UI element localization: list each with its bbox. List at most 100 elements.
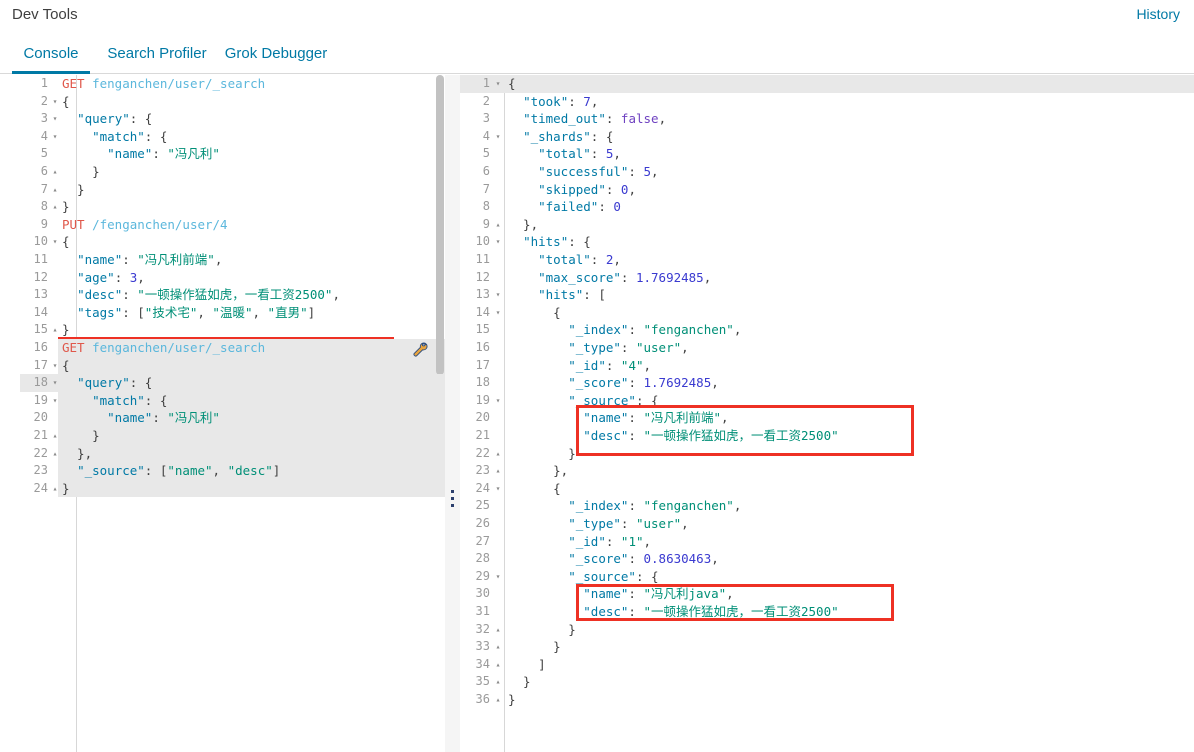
fold-open-icon[interactable]: ▾ [493,75,503,93]
fold-close-icon[interactable]: ▴ [50,321,60,339]
fold-open-icon[interactable]: ▾ [50,392,60,410]
fold-close-icon[interactable]: ▴ [50,181,60,199]
code-line: 35 ▴ } [460,673,1194,691]
line-number: 18 [33,375,48,390]
code-line: 17 "_id": "4", [460,357,1194,375]
code-line: 24 ▴} [20,479,445,498]
selection-highlight [58,479,413,498]
fold-open-icon[interactable]: ▾ [493,286,503,304]
code-text: } [62,199,70,215]
code-text: "query": { [77,111,153,127]
line-number: 3 [482,111,490,126]
fold-close-icon[interactable]: ▴ [50,163,60,181]
line-number: 15 [475,322,490,337]
line-number: 24 [475,480,490,495]
fold-close-icon[interactable]: ▴ [493,445,503,463]
code-text: "name": "冯凡利前端", [77,252,223,267]
tab-search-profiler[interactable]: Search Profiler [104,36,210,74]
code-line: 21 ▴ } [20,427,445,445]
fold-open-icon[interactable]: ▾ [50,110,60,128]
line-number: 28 [475,551,490,566]
fold-open-icon[interactable]: ▾ [493,568,503,586]
history-link[interactable]: History [1136,6,1180,22]
line-number: 29 [475,568,490,583]
fold-open-icon[interactable]: ▾ [50,357,60,375]
code-line: 4 ▾ "match": { [20,128,445,146]
code-line: 33 ▴ } [460,638,1194,656]
line-number: 9 [40,216,48,231]
pane-splitter[interactable] [445,75,460,752]
line-number: 23 [33,463,48,478]
line-number: 25 [475,498,490,513]
code-text: "desc": "一顿操作猛如虎，一看工资2500", [77,287,340,303]
fold-close-icon[interactable]: ▴ [50,480,60,498]
code-text: "failed": 0 [538,199,621,215]
line-number: 5 [482,146,490,161]
line-number: 26 [475,516,490,530]
code-text: } [508,621,576,637]
code-text: "_id": "4", [568,357,652,373]
fold-close-icon[interactable]: ▴ [50,427,60,445]
line-number: 8 [482,199,490,214]
fold-open-icon[interactable]: ▾ [493,304,503,322]
line-number: 34 [475,656,490,671]
tab-console[interactable]: Console [12,36,90,74]
code-line: 30 "name": "冯凡利java", [460,585,1194,603]
fold-close-icon[interactable]: ▴ [493,216,503,234]
fold-close-icon[interactable]: ▴ [493,673,503,691]
code-line: 16 GET fenganchen/user/_search [20,339,445,357]
fold-close-icon[interactable]: ▴ [50,198,60,216]
code-text: { [62,93,70,109]
code-line: 16 "_type": "user", [460,339,1194,357]
code-line: 27 "_id": "1", [460,533,1194,551]
selection-highlight [58,444,413,463]
code-text: { [508,480,561,496]
fold-close-icon[interactable]: ▴ [493,691,503,709]
line-number: 24 [33,480,48,495]
fold-open-icon[interactable]: ▾ [493,392,503,410]
code-line: 18 "_score": 1.7692485, [460,374,1194,392]
fold-close-icon[interactable]: ▴ [493,621,503,639]
code-line: 23 "_source": ["name", "desc"] [20,462,445,480]
code-line: 23 ▴ }, [460,462,1194,480]
code-text: ] [508,656,546,672]
line-number: 7 [40,181,48,196]
code-line: 24 ▾ { [460,480,1194,498]
code-text: } [62,322,70,338]
fold-open-icon[interactable]: ▾ [50,233,60,251]
line-number: 27 [475,533,490,548]
fold-close-icon[interactable]: ▴ [50,445,60,463]
code-line: 17 ▾{ [20,356,445,375]
line-number: 13 [475,287,490,302]
line-number: 10 [33,234,48,249]
splitter-grip-icon[interactable] [451,490,454,511]
code-text: "match": { [92,392,168,408]
code-text: } [62,428,100,443]
request-editor-pane[interactable]: 1 GET fenganchen/user/_search 2 ▾{3 ▾ "query… [20,75,445,752]
code-line: 1 ▾ { [460,75,1194,93]
code-line: 32 ▴ } [460,621,1194,639]
fold-open-icon[interactable]: ▾ [50,374,60,392]
code-text: "_index": "fenganchen", [568,322,742,338]
code-text: } [62,480,70,496]
response-viewer-pane[interactable]: 1 ▾{2 "took": 7, 3 "timed_out": false, 4 ▾ "… [460,75,1194,752]
fold-close-icon[interactable]: ▴ [493,638,503,656]
code-line: 6 "successful": 5, [460,163,1194,181]
code-line: 12 "age": 3, [20,269,445,287]
code-text: "_index": "fenganchen", [568,498,742,514]
code-text: "match": { [92,128,168,144]
line-number: 2 [40,93,48,108]
fold-close-icon[interactable]: ▴ [493,462,503,480]
fold-open-icon[interactable]: ▾ [50,128,60,146]
fold-open-icon[interactable]: ▾ [493,128,503,146]
fold-close-icon[interactable]: ▴ [493,656,503,674]
code-line: 20 "name": "冯凡利" [20,409,445,427]
fold-open-icon[interactable]: ▾ [50,93,60,111]
fold-open-icon[interactable]: ▾ [493,480,503,498]
line-number: 30 [475,586,490,601]
code-line: 19 ▾ "match": { [20,391,445,410]
fold-open-icon[interactable]: ▾ [493,233,503,251]
tab-grok-debugger[interactable]: Grok Debugger [224,36,328,74]
selection-highlight [58,427,413,445]
line-number: 17 [475,357,490,372]
